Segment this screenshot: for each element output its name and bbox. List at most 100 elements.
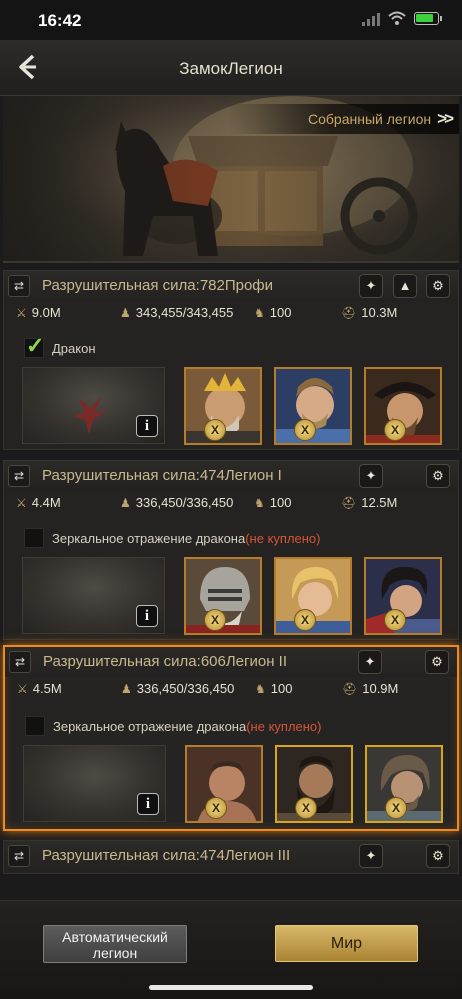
hero-rank-badge: X — [205, 797, 227, 819]
dragon-toggle-row[interactable]: Зеркальное отражение дракона(не куплено) — [24, 527, 444, 549]
swap-arrows-icon[interactable]: ⇄ — [8, 275, 30, 297]
dragon-checkbox[interactable] — [24, 333, 44, 359]
legion-card-1[interactable]: ⇄ Разрушительная сила:782Профи ✦ ▲ ⚙ ⚔ 9.… — [3, 270, 459, 450]
dragon-slot[interactable]: i — [22, 557, 165, 634]
world-button[interactable]: Мир — [275, 925, 418, 962]
battery-level — [416, 14, 433, 22]
cellular-signal-icon — [362, 13, 380, 26]
legion-card-header: ⇄ Разрушительная сила:474Легион III ✦ ⚙ — [4, 841, 458, 871]
power-stat: ⛑ 10.9M — [342, 681, 398, 696]
legion-stats: ⚔ 9.0M ♟ 343,455/343,455 ♞ 100 ⛑ 10.3M — [4, 302, 458, 324]
hero-portrait[interactable]: X — [364, 557, 442, 635]
crossed-swords-icon: ⚔ — [16, 305, 27, 320]
helmet-icon: ⛑ — [342, 681, 358, 696]
troops-stat: ⚔ 4.5M — [17, 681, 62, 696]
power-value: 12.5M — [361, 495, 398, 510]
swap-arrows-icon[interactable]: ⇄ — [8, 465, 30, 487]
hero-rank-badge: X — [204, 419, 226, 441]
swap-arrows-icon[interactable]: ⇄ — [9, 651, 31, 673]
troops-stat: ⚔ 9.0M — [16, 305, 61, 320]
hero-rank-badge: X — [204, 609, 226, 631]
dragon-status: (не куплено) — [246, 718, 322, 734]
hero-portrait[interactable]: X — [274, 557, 352, 635]
hero-portrait[interactable]: X — [185, 745, 263, 823]
swap-arrows-icon[interactable]: ⇄ — [8, 845, 30, 867]
power-stat: ⛑ 12.5M — [341, 495, 397, 510]
troops-group-icon: ♟ — [120, 495, 131, 510]
troops-group-icon: ♟ — [120, 305, 131, 320]
dragon-slot[interactable]: i — [23, 745, 166, 822]
hero-rank-badge: X — [295, 797, 317, 819]
assembled-legion-button[interactable]: Собранный легион >> — [228, 104, 459, 134]
dragon-slot[interactable]: i — [22, 367, 165, 444]
page-title: ЗамокЛегион — [179, 59, 283, 78]
count-stat: ♞ 100 — [254, 305, 291, 320]
status-time: 16:42 — [38, 11, 82, 30]
hero-portrait[interactable]: X — [275, 745, 353, 823]
dragon-checkbox[interactable] — [25, 716, 45, 736]
hero-portrait[interactable]: X — [184, 367, 262, 445]
power-value: 10.9M — [362, 681, 399, 696]
troops-value: 9.0M — [31, 305, 61, 320]
hero-rank-badge: X — [385, 797, 407, 819]
wings-icon[interactable]: ✦ — [359, 274, 383, 298]
crossed-swords-icon: ⚔ — [16, 495, 27, 510]
legion-card-header: ⇄ Разрушительная сила:474Легион I ✦ ⚙ — [4, 461, 458, 491]
dragon-label: Зеркальное отражение дракона — [52, 530, 246, 546]
info-icon[interactable]: i — [136, 415, 158, 437]
helmet-icon: ⛑ — [341, 495, 357, 510]
troops-value: 4.5M — [32, 681, 62, 696]
legion-title: Разрушительная сила:606Легион II — [43, 653, 288, 670]
gear-icon[interactable]: ⚙ — [426, 844, 450, 868]
dragon-toggle-row[interactable]: Зеркальное отражение дракона(не куплено) — [25, 715, 445, 737]
legion-title: Разрушительная сила:474Легион III — [42, 847, 291, 864]
status-bar: 16:42 — [0, 0, 462, 40]
wings-icon[interactable]: ✦ — [358, 650, 382, 674]
wings-icon[interactable]: ✦ — [359, 464, 383, 488]
double-chevron-right-icon: >> — [437, 109, 454, 128]
hero-portrait[interactable]: X — [364, 367, 442, 445]
legion-title: Разрушительная сила:782Профи — [42, 277, 274, 294]
count-value: 100 — [269, 495, 292, 510]
gear-icon[interactable]: ⚙ — [425, 650, 449, 674]
hero-portrait[interactable]: X — [365, 745, 443, 823]
hero-rank-badge: X — [294, 419, 316, 441]
capacity-value: 343,455/343,455 — [135, 305, 234, 320]
boot-icon: ♞ — [255, 681, 266, 696]
hero-portrait[interactable]: X — [274, 367, 352, 445]
dragon-status: (не куплено) — [245, 530, 321, 546]
legion-card-3-selected[interactable]: ⇄ Разрушительная сила:606Легион II ✦ ⚙ ⚔… — [3, 645, 459, 831]
legion-stats: ⚔ 4.4M ♟ 336,450/336,450 ♞ 100 ⛑ 12.5M — [4, 492, 458, 514]
legion-card-header: ⇄ Разрушительная сила:606Легион II ✦ ⚙ — [5, 647, 457, 677]
count-stat: ♞ 100 — [255, 681, 292, 696]
hero-portrait[interactable]: X — [184, 557, 262, 635]
legion-card-2[interactable]: ⇄ Разрушительная сила:474Легион I ✦ ⚙ ⚔ 4… — [3, 460, 459, 640]
gear-icon[interactable]: ⚙ — [426, 274, 450, 298]
hero-rank-badge: X — [384, 609, 406, 631]
dragon-label-text: Зеркальное отражение дракона(не куплено) — [52, 531, 321, 546]
boot-icon: ♞ — [254, 305, 265, 320]
power-stat: ⛑ 10.3M — [341, 305, 397, 320]
gear-icon[interactable]: ⚙ — [426, 464, 450, 488]
info-icon[interactable]: i — [137, 793, 159, 815]
dragon-checkbox[interactable] — [24, 528, 44, 548]
info-icon[interactable]: i — [136, 605, 158, 627]
dragon-toggle-row[interactable]: Дракон — [24, 333, 444, 359]
hero-rank-badge: X — [384, 419, 406, 441]
troops-stat: ⚔ 4.4M — [16, 495, 61, 510]
auto-legion-button[interactable]: Автоматический легион — [43, 925, 187, 963]
home-indicator[interactable] — [149, 985, 313, 990]
dragon-label: Зеркальное отражение дракона — [53, 718, 247, 734]
dragon-label-text: Зеркальное отражение дракона(не куплено) — [53, 719, 322, 734]
hero-rank-badge: X — [294, 609, 316, 631]
crossed-swords-icon: ⚔ — [17, 681, 28, 696]
legion-card-4[interactable]: ⇄ Разрушительная сила:474Легион III ✦ ⚙ — [3, 840, 459, 874]
capacity-stat: ♟ 336,450/336,450 — [120, 495, 233, 510]
helmet-icon: ⛑ — [341, 305, 357, 320]
wings-icon[interactable]: ✦ — [359, 844, 383, 868]
warning-icon[interactable]: ▲ — [393, 274, 417, 298]
assembled-legion-label: Собранный легион — [308, 111, 432, 127]
count-value: 100 — [270, 681, 293, 696]
capacity-value: 336,450/336,450 — [136, 681, 235, 696]
battery-icon — [414, 12, 442, 25]
